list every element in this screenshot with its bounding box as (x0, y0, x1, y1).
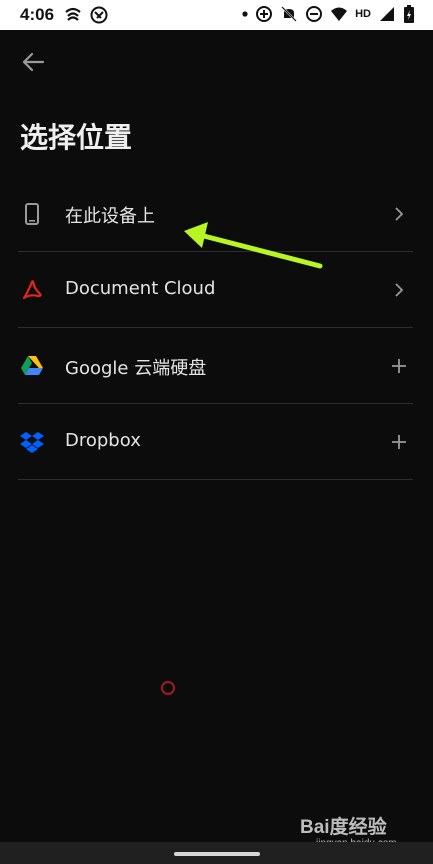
page-title: 选择位置 (20, 121, 133, 154)
chevron-right-icon (395, 283, 404, 297)
signal-wave-icon (65, 7, 81, 21)
dropbox-icon (20, 430, 44, 454)
divider (18, 479, 413, 480)
location-item-google-drive[interactable]: Google 云端硬盘 (0, 328, 433, 404)
chevron-right-icon (395, 207, 404, 221)
location-label: Document Cloud (65, 278, 216, 299)
navigation-bar (0, 842, 433, 864)
status-time: 4:06 (20, 5, 55, 24)
at-sign-icon (90, 6, 108, 24)
location-item-dropbox[interactable]: Dropbox (0, 404, 433, 480)
location-item-document-cloud[interactable]: Document Cloud (0, 252, 433, 328)
dot-icon (242, 11, 248, 17)
location-label: Google 云端硬盘 (65, 358, 207, 379)
location-label: Dropbox (65, 430, 141, 451)
battery-icon (404, 5, 414, 23)
location-item-this-device[interactable]: 在此设备上 (0, 176, 433, 252)
home-indicator[interactable] (174, 852, 260, 856)
back-button[interactable] (18, 48, 48, 78)
phone-icon (20, 202, 44, 226)
cell-signal-icon (380, 7, 394, 21)
location-label: 在此设备上 (65, 206, 155, 227)
google-drive-icon (20, 354, 44, 378)
wifi-icon (331, 7, 348, 21)
adobe-acrobat-icon (20, 278, 44, 302)
mute-icon (281, 6, 297, 22)
network-label: HD (355, 8, 371, 20)
plus-icon[interactable] (389, 356, 409, 376)
data-saver-icon (256, 6, 273, 22)
location-list: 在此设备上 Document Cloud Google 云端硬盘 Dropbox (0, 176, 433, 480)
touch-indicator (161, 681, 175, 695)
arrow-left-icon (22, 52, 45, 72)
status-bar: 4:06 HD (0, 0, 433, 30)
plus-icon[interactable] (389, 432, 409, 452)
do-not-disturb-icon (306, 6, 323, 22)
watermark-main: Bai度经验 (300, 817, 387, 838)
